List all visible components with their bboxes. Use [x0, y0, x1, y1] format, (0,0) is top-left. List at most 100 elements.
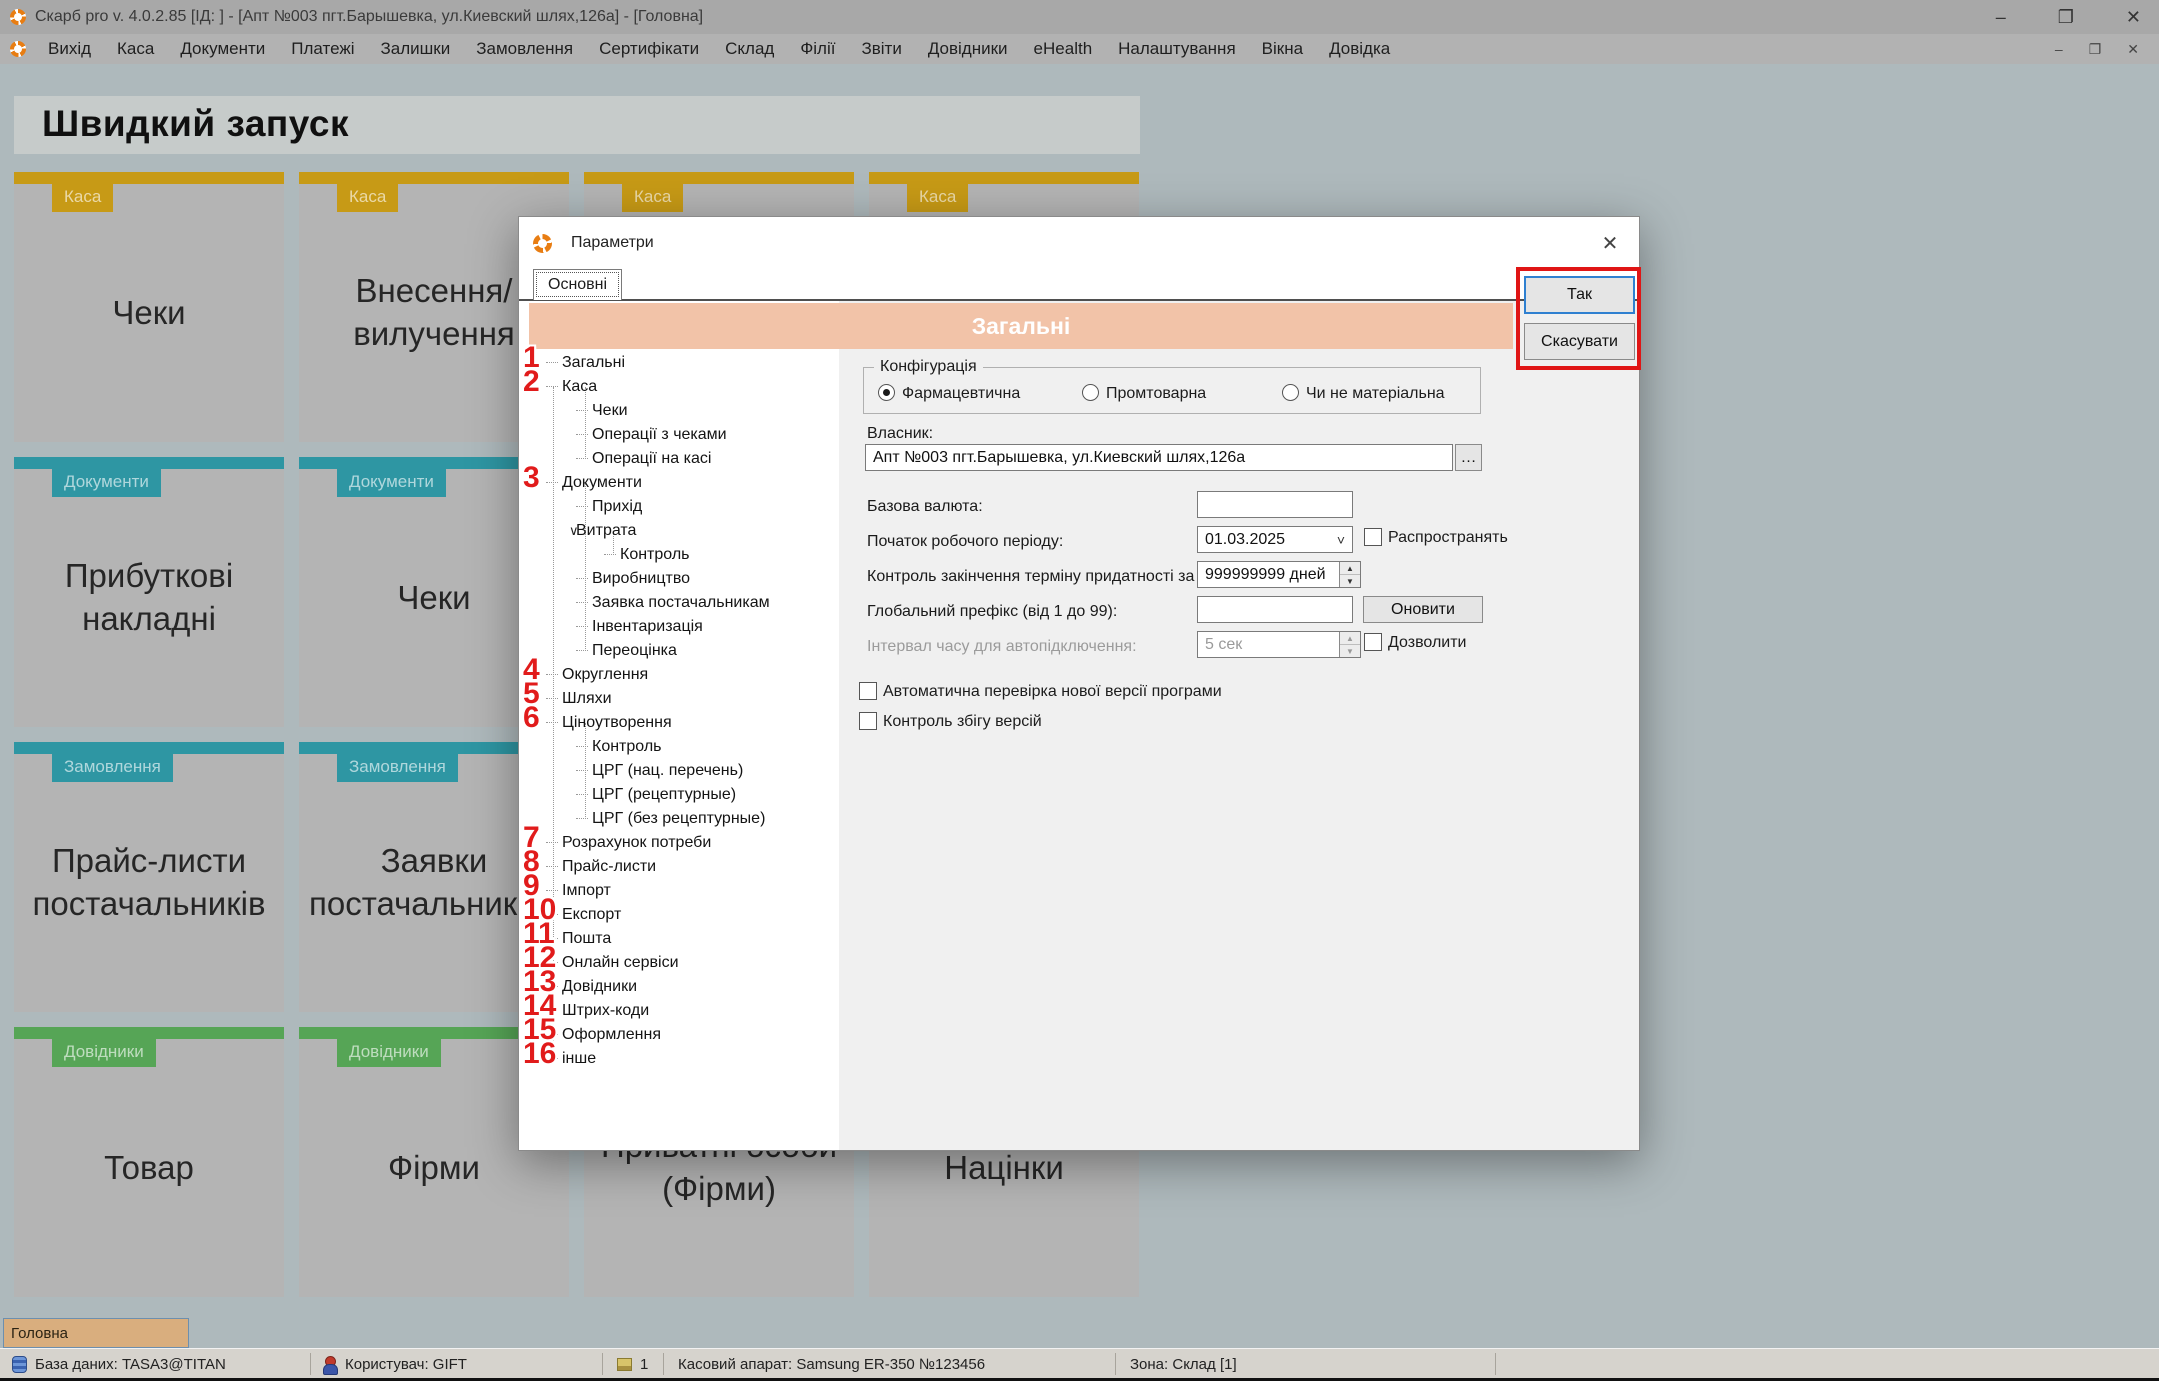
tile-category-bar [14, 172, 284, 184]
menu-item-платежі[interactable]: Платежі [278, 39, 367, 59]
tree-item-загальні[interactable]: 1Загальні [527, 351, 839, 375]
tree-item-оформлення[interactable]: 15Оформлення [527, 1023, 839, 1047]
tree-item-імпорт[interactable]: 9Імпорт [527, 879, 839, 903]
chevron-down-icon[interactable]: ˅ [1337, 532, 1345, 548]
version-checkbox-row: Контроль збігу версій [859, 712, 1042, 731]
mdi-close-icon[interactable]: ✕ [2127, 41, 2139, 58]
separator [602, 1353, 603, 1375]
tile-товар[interactable]: ДовідникиТовар [14, 1027, 284, 1297]
tree-item-црг-без-рецептурные-[interactable]: ЦРГ (без рецептурные) [527, 807, 839, 831]
tree-item-онлайн-сервіси[interactable]: 12Онлайн сервіси [527, 951, 839, 975]
section-header: Загальні [529, 303, 1513, 349]
config-groupbox: Конфігурація ФармацевтичнаПромтоварнаЧи … [863, 367, 1481, 414]
tree-item-заявка-постачальникам[interactable]: Заявка постачальникам [527, 591, 839, 615]
menu-item-каса[interactable]: Каса [104, 39, 167, 59]
interval-label: Інтервал часу для автопідключення: [867, 638, 1137, 656]
expanded-chevron-icon[interactable]: ∨ [569, 519, 579, 543]
tile-прибуткові-накладні[interactable]: ДокументиПрибуткові накладні [14, 457, 284, 727]
tree-item-документи[interactable]: 3Документи [527, 471, 839, 495]
tree-item-label: Прихід [592, 498, 642, 515]
autocheck-checkbox[interactable] [859, 682, 877, 700]
menu-item-вікна[interactable]: Вікна [1249, 39, 1316, 59]
ok-button[interactable]: Так [1524, 276, 1635, 314]
menu-item-довідка[interactable]: Довідка [1316, 39, 1403, 59]
period-value: 01.03.2025 [1205, 531, 1285, 549]
tile-прайс-листи-постачальників[interactable]: ЗамовленняПрайс-листи постачальників [14, 742, 284, 1012]
menu-item-філії[interactable]: Філії [787, 39, 848, 59]
tree-item-прихід[interactable]: Прихід [527, 495, 839, 519]
spread-checkbox[interactable] [1364, 528, 1382, 546]
dialog-title: Параметри [571, 234, 654, 252]
owner-input[interactable]: Апт №003 пгт.Барышевка, ул.Киевский шлях… [865, 444, 1453, 471]
spinner-buttons[interactable]: ▲▼ [1339, 562, 1360, 587]
mdi-restore-icon[interactable]: ❐ [2089, 41, 2102, 58]
menu-item-налаштування[interactable]: Налаштування [1105, 39, 1249, 59]
tree-item-інше[interactable]: 16інше [527, 1047, 839, 1071]
menu-item-документи[interactable]: Документи [167, 39, 278, 59]
period-label: Початок робочого періоду: [867, 533, 1063, 551]
tree-item-црг-нац-перечень-[interactable]: ЦРГ (нац. перечень) [527, 759, 839, 783]
tree-item-переоцінка[interactable]: Переоцінка [527, 639, 839, 663]
menu-item-залишки[interactable]: Залишки [368, 39, 464, 59]
annotation-number-2: 2 [523, 370, 540, 394]
owner-browse-button[interactable]: … [1455, 444, 1482, 471]
menu-item-сертифікати[interactable]: Сертифікати [586, 39, 712, 59]
menu-item-звіти[interactable]: Звіти [848, 39, 914, 59]
tree-item-витрата[interactable]: ∨Витрата [527, 519, 839, 543]
dialog-close-icon[interactable]: ✕ [1597, 230, 1623, 256]
dialog-logo-icon [533, 234, 552, 253]
cancel-button[interactable]: Скасувати [1524, 323, 1635, 360]
version-checkbox[interactable] [859, 712, 877, 730]
tree-item-каса[interactable]: 2Каса [527, 375, 839, 399]
mdi-child-icon [10, 41, 26, 57]
allow-checkbox[interactable] [1364, 633, 1382, 651]
tree-item-штрих-коди[interactable]: 14Штрих-коди [527, 999, 839, 1023]
minimize-icon[interactable]: – [1996, 7, 2006, 28]
tree-item-контроль[interactable]: Контроль [527, 543, 839, 567]
tree-item-експорт[interactable]: 10Експорт [527, 903, 839, 927]
close-icon[interactable]: ✕ [2126, 7, 2141, 28]
menu-item-ehealth[interactable]: eHealth [1021, 39, 1106, 59]
separator [310, 1353, 311, 1375]
mdi-minimize-icon[interactable]: – [2055, 41, 2063, 58]
tab-holovna[interactable]: Головна [3, 1318, 189, 1348]
tree-item-контроль[interactable]: Контроль [527, 735, 839, 759]
annotation-number-3: 3 [523, 466, 540, 490]
currency-input[interactable] [1197, 491, 1353, 518]
tree-item-прайс-листи[interactable]: 8Прайс-листи [527, 855, 839, 879]
menu-item-вихід[interactable]: Вихід [35, 39, 104, 59]
status-count: 1 [640, 1356, 648, 1373]
spin-up-icon[interactable]: ▲ [1340, 562, 1360, 575]
tree-item-ціноутворення[interactable]: 6Ціноутворення [527, 711, 839, 735]
maximize-icon[interactable]: ❐ [2058, 7, 2074, 28]
tree-item-label: Загальні [562, 354, 625, 371]
tree-item-виробництво[interactable]: Виробництво [527, 567, 839, 591]
menu-item-довідники[interactable]: Довідники [915, 39, 1021, 59]
menu-item-замовлення[interactable]: Замовлення [463, 39, 586, 59]
prefix-input[interactable] [1197, 596, 1353, 623]
radio-unselected-icon[interactable] [1282, 384, 1299, 401]
spin-down-icon[interactable]: ▼ [1340, 575, 1360, 587]
screen: Скарб pro v. 4.0.2.85 [ІД: ] - [Апт №003… [0, 0, 2159, 1381]
parameters-dialog: Параметри ✕ Основні Загальні 1Загальні2К… [518, 216, 1640, 1151]
radio-unselected-icon[interactable] [1082, 384, 1099, 401]
tree-item-округлення[interactable]: 4Округлення [527, 663, 839, 687]
tree-item-шляхи[interactable]: 5Шляхи [527, 687, 839, 711]
tree-item-довідники[interactable]: 13Довідники [527, 975, 839, 999]
tree-item-чеки[interactable]: Чеки [527, 399, 839, 423]
update-button[interactable]: Оновити [1363, 596, 1483, 623]
tree-item-розрахунок-потреби[interactable]: 7Розрахунок потреби [527, 831, 839, 855]
tree-item-операції-на-касі[interactable]: Операції на касі [527, 447, 839, 471]
prefix-label: Глобальний префікс (від 1 до 99): [867, 603, 1117, 621]
tree-item-інвентаризація[interactable]: Інвентаризація [527, 615, 839, 639]
tree-item-операції-з-чеками[interactable]: Операції з чеками [527, 423, 839, 447]
period-select[interactable]: 01.03.2025 ˅ [1197, 526, 1353, 553]
tab-osnovni[interactable]: Основні [533, 269, 622, 300]
menu-item-склад[interactable]: Склад [712, 39, 787, 59]
radio-selected-icon[interactable] [878, 384, 895, 401]
tile-чеки[interactable]: КасаЧеки [14, 172, 284, 442]
tree-item-пошта[interactable]: 11Пошта [527, 927, 839, 951]
tile-label: Прибуткові накладні [14, 469, 284, 727]
tree-item-црг-рецептурные-[interactable]: ЦРГ (рецептурные) [527, 783, 839, 807]
expiry-spinner[interactable]: 999999999 дней ▲▼ [1197, 561, 1361, 588]
